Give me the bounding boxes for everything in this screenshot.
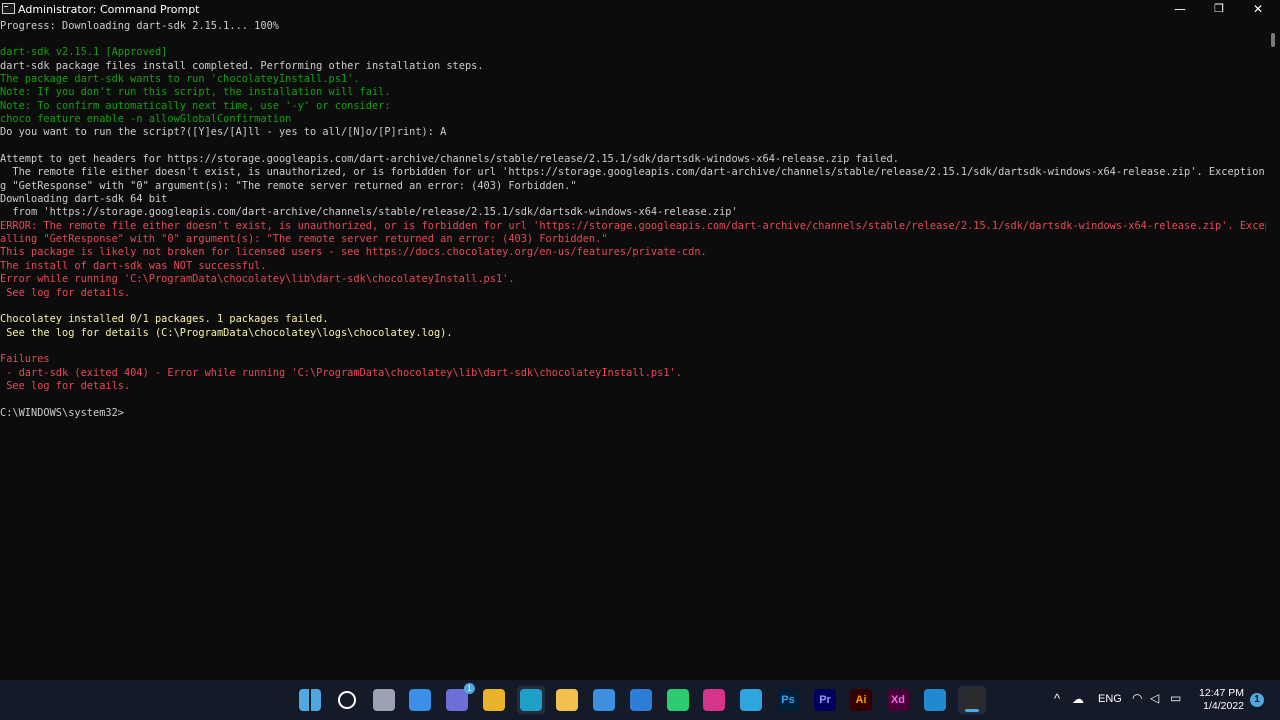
running-indicator bbox=[965, 709, 979, 712]
illustrator-taskbar-button[interactable]: Ai bbox=[847, 686, 875, 714]
search-taskbar-button[interactable] bbox=[333, 686, 361, 714]
terminal-line: See the log for details (C:\ProgramData\… bbox=[0, 326, 453, 339]
widgets-taskbar-button[interactable] bbox=[406, 686, 434, 714]
terminal-taskbar-button[interactable] bbox=[958, 686, 986, 714]
photoshop-taskbar-button[interactable]: Ps bbox=[774, 686, 802, 714]
vscode-taskbar-button[interactable] bbox=[921, 686, 949, 714]
tray-overflow-chevron-icon[interactable]: ^ bbox=[1054, 691, 1060, 706]
terminal-line: Progress: Downloading dart-sdk 2.15.1...… bbox=[0, 19, 279, 32]
scrollbar-thumb[interactable] bbox=[1271, 33, 1275, 47]
file-explorer-icon bbox=[556, 689, 578, 711]
terminal-line: choco feature enable -n allowGlobalConfi… bbox=[0, 112, 292, 125]
windows-start-taskbar-button[interactable] bbox=[296, 686, 324, 714]
whatsapp-taskbar-button[interactable] bbox=[664, 686, 692, 714]
terminal-line: The remote file either doesn't exist, is… bbox=[0, 166, 1266, 179]
terminal-line: C:\WINDOWS\system32> bbox=[0, 406, 124, 419]
terminal-line: - dart-sdk (exited 404) - Error while ru… bbox=[0, 366, 682, 379]
terminal-line: dart-sdk package files install completed… bbox=[0, 59, 484, 72]
taskbar-clock[interactable]: 12:47 PM 1/4/2022 bbox=[1192, 687, 1244, 713]
photoshop-icon: Ps bbox=[777, 689, 799, 711]
task-view-icon bbox=[373, 689, 395, 711]
terminal-line: ERROR: The remote file either doesn't ex… bbox=[0, 219, 1266, 232]
edge-icon bbox=[520, 689, 542, 711]
microsoft-store-icon bbox=[593, 689, 615, 711]
terminal-line: Failures bbox=[0, 353, 50, 366]
search-icon bbox=[338, 691, 356, 709]
chrome-icon bbox=[483, 689, 505, 711]
mail-icon bbox=[630, 689, 652, 711]
chat-badge: 1 bbox=[464, 683, 475, 694]
microsoft-store-taskbar-button[interactable] bbox=[590, 686, 618, 714]
edge-taskbar-button[interactable] bbox=[517, 686, 545, 714]
terminal-line: Note: If you don't run this script, the … bbox=[0, 86, 391, 99]
window-title: Administrator: Command Prompt bbox=[18, 3, 200, 16]
language-indicator[interactable]: ENG bbox=[1098, 693, 1122, 705]
chrome-taskbar-button[interactable] bbox=[480, 686, 508, 714]
widgets-icon bbox=[409, 689, 431, 711]
notification-center-badge[interactable]: 1 bbox=[1250, 693, 1264, 707]
window-titlebar[interactable]: Administrator: Command Prompt — ❐ ✕ bbox=[0, 0, 1280, 19]
terminal-icon bbox=[961, 689, 983, 711]
terminal-line: Chocolatey installed 0/1 packages. 1 pac… bbox=[0, 313, 329, 326]
telegram-taskbar-button[interactable] bbox=[737, 686, 765, 714]
illustrator-icon: Ai bbox=[850, 689, 872, 711]
close-button[interactable]: ✕ bbox=[1238, 0, 1278, 19]
command-prompt-icon bbox=[2, 3, 15, 14]
clock-time: 12:47 PM bbox=[1199, 687, 1244, 699]
telegram-icon bbox=[740, 689, 762, 711]
terminal-output[interactable]: Progress: Downloading dart-sdk 2.15.1...… bbox=[0, 19, 1266, 680]
terminal-line: from 'https://storage.googleapis.com/dar… bbox=[0, 206, 738, 219]
terminal-line: Note: To confirm automatically next time… bbox=[0, 99, 391, 112]
adobe-xd-icon: Xd bbox=[887, 689, 909, 711]
whatsapp-icon bbox=[667, 689, 689, 711]
adobe-xd-taskbar-button[interactable]: Xd bbox=[884, 686, 912, 714]
terminal-line: The install of dart-sdk was NOT successf… bbox=[0, 259, 267, 272]
terminal-line: Downloading dart-sdk 64 bit bbox=[0, 193, 168, 206]
mail-taskbar-button[interactable] bbox=[627, 686, 655, 714]
windows-start-icon bbox=[299, 689, 321, 711]
vscode-icon bbox=[924, 689, 946, 711]
terminal-line: Do you want to run the script?([Y]es/[A]… bbox=[0, 126, 447, 139]
terminal-line: dart-sdk v2.15.1 [Approved] bbox=[0, 46, 168, 59]
terminal-line: See log for details. bbox=[0, 379, 131, 392]
terminal-line: The package dart-sdk wants to run 'choco… bbox=[0, 72, 360, 85]
maximize-button[interactable]: ❐ bbox=[1199, 0, 1239, 19]
premiere-pro-taskbar-button[interactable]: Pr bbox=[811, 686, 839, 714]
instagram-icon bbox=[703, 689, 725, 711]
file-explorer-taskbar-button[interactable] bbox=[553, 686, 581, 714]
terminal-line: Error while running 'C:\ProgramData\choc… bbox=[0, 273, 515, 286]
terminal-line: Attempt to get headers for https://stora… bbox=[0, 153, 899, 165]
clock-date: 1/4/2022 bbox=[1203, 700, 1244, 712]
premiere-pro-icon: Pr bbox=[814, 689, 836, 711]
teams-chat-taskbar-button[interactable]: 1 bbox=[443, 683, 475, 714]
terminal-line: g "GetResponse" with "0" argument(s): "T… bbox=[0, 179, 577, 192]
minimize-button[interactable]: — bbox=[1160, 0, 1200, 19]
battery-icon[interactable]: ▭ bbox=[1170, 691, 1181, 705]
terminal-line: alling "GetResponse" with "0" argument(s… bbox=[0, 233, 608, 246]
instagram-taskbar-button[interactable] bbox=[700, 686, 728, 714]
taskbar: ^ ☁ ENG ◠ ◁ ▭ 1 Ps Pr Ai Xd bbox=[0, 680, 1280, 720]
wifi-icon[interactable]: ◠ bbox=[1132, 691, 1142, 705]
onedrive-cloud-icon[interactable]: ☁ bbox=[1072, 692, 1084, 706]
volume-icon[interactable]: ◁ bbox=[1150, 691, 1159, 705]
terminal-scrollbar[interactable] bbox=[1266, 19, 1280, 680]
terminal-line: See log for details. bbox=[0, 286, 131, 299]
terminal-line: This package is likely not broken for li… bbox=[0, 246, 707, 259]
task-view-taskbar-button[interactable] bbox=[370, 686, 398, 714]
